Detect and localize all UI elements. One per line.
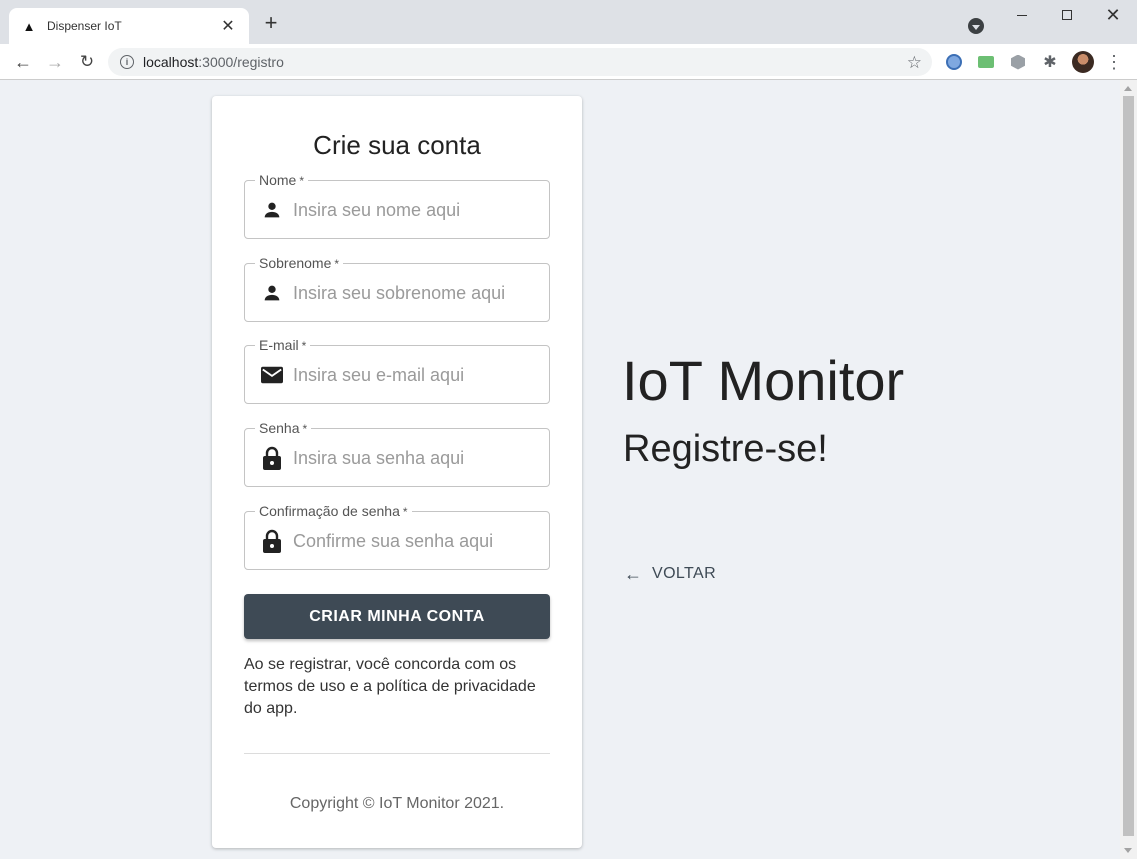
hero-title: IoT Monitor (622, 349, 905, 412)
minimize-button[interactable] (999, 0, 1045, 30)
browser-toolbar: ← → ↻ i localhost:3000/registro ☆ ✱ ⋮ (0, 44, 1137, 80)
browser-tab-strip: ▲ Dispenser IoT ✕ + ✕ (0, 0, 1137, 44)
last-name-input[interactable] (293, 278, 533, 308)
tab-close-icon[interactable]: ✕ (219, 16, 237, 36)
new-tab-button[interactable]: + (260, 12, 282, 34)
back-button[interactable]: ← VOLTAR (624, 564, 716, 584)
browser-menu-icon[interactable]: ⋮ (1104, 50, 1124, 74)
tab-title: Dispenser IoT (47, 19, 122, 33)
bookmark-star-icon[interactable]: ☆ (907, 53, 922, 73)
last-name-field[interactable]: Sobrenome * (244, 255, 550, 322)
arrow-left-icon: ← (624, 564, 642, 584)
person-icon (261, 199, 283, 221)
required-asterisk: * (302, 422, 308, 436)
email-label: E-mail * (255, 337, 311, 354)
confirm-password-label: Confirmação de senha * (255, 503, 412, 520)
divider (244, 753, 550, 754)
copyright-text: Copyright © IoT Monitor 2021. (289, 795, 505, 812)
create-account-button[interactable]: CRIAR MINHA CONTA (244, 594, 550, 639)
required-asterisk: * (299, 174, 305, 188)
confirm-password-field[interactable]: Confirmação de senha * (244, 503, 550, 570)
person-icon (261, 282, 283, 304)
first-name-label-text: Nome (259, 172, 297, 188)
hero-subtitle: Registre-se! (623, 428, 828, 470)
extension-cube-icon[interactable] (1008, 52, 1028, 72)
required-asterisk: * (301, 339, 307, 353)
back-label: VOLTAR (652, 565, 717, 582)
password-label-text: Senha (259, 420, 300, 436)
maximize-button[interactable] (1044, 0, 1090, 30)
first-name-input[interactable] (293, 195, 533, 225)
first-name-label: Nome * (255, 172, 309, 189)
terms-text: Ao se registrar, você concorda com os te… (244, 656, 536, 717)
close-window-button[interactable]: ✕ (1090, 0, 1136, 30)
browser-tab[interactable]: ▲ Dispenser IoT ✕ (9, 8, 249, 44)
mail-icon (261, 364, 283, 386)
first-name-field[interactable]: Nome * (244, 172, 550, 239)
scrollbar-thumb[interactable] (1123, 96, 1134, 836)
email-input[interactable] (293, 360, 533, 390)
required-asterisk: * (334, 257, 340, 271)
last-name-label: Sobrenome * (255, 255, 344, 272)
url-path: :3000/registro (198, 54, 284, 70)
email-field[interactable]: E-mail * (244, 337, 550, 404)
last-name-label-text: Sobrenome (259, 255, 332, 271)
lock-icon (261, 446, 283, 470)
page-viewport: Crie sua conta Nome* Sobrenome* E-mail* … (0, 80, 1120, 859)
reload-icon[interactable]: ↻ (75, 50, 99, 74)
triangle-favicon-icon: ▲ (22, 18, 36, 34)
extensions-puzzle-icon[interactable]: ✱ (1040, 52, 1060, 72)
email-label-text: E-mail (259, 337, 299, 353)
site-info-icon[interactable]: i (120, 55, 134, 69)
confirm-password-input[interactable] (293, 526, 533, 556)
password-label: Senha * (255, 420, 312, 437)
extension-blue-icon[interactable] (944, 52, 964, 72)
address-bar[interactable]: i localhost:3000/registro ☆ (108, 48, 932, 76)
password-field[interactable]: Senha * (244, 420, 550, 487)
profile-avatar[interactable] (1072, 51, 1094, 73)
url-host: localhost (143, 54, 199, 70)
confirm-password-label-text: Confirmação de senha (259, 503, 400, 519)
vertical-scrollbar[interactable] (1120, 80, 1137, 859)
password-input[interactable] (293, 443, 533, 473)
scroll-up-arrow-icon[interactable] (1124, 86, 1132, 91)
form-title: Crie sua conta (313, 130, 481, 160)
back-arrow-icon[interactable]: ← (11, 50, 35, 74)
forward-arrow-icon[interactable]: → (43, 50, 67, 74)
register-card: Crie sua conta Nome* Sobrenome* E-mail* … (212, 96, 582, 848)
extension-green-icon[interactable] (976, 52, 996, 72)
scroll-down-arrow-icon[interactable] (1124, 848, 1132, 853)
tab-search-icon[interactable] (968, 18, 984, 34)
lock-icon (261, 529, 283, 553)
required-asterisk: * (402, 505, 408, 519)
